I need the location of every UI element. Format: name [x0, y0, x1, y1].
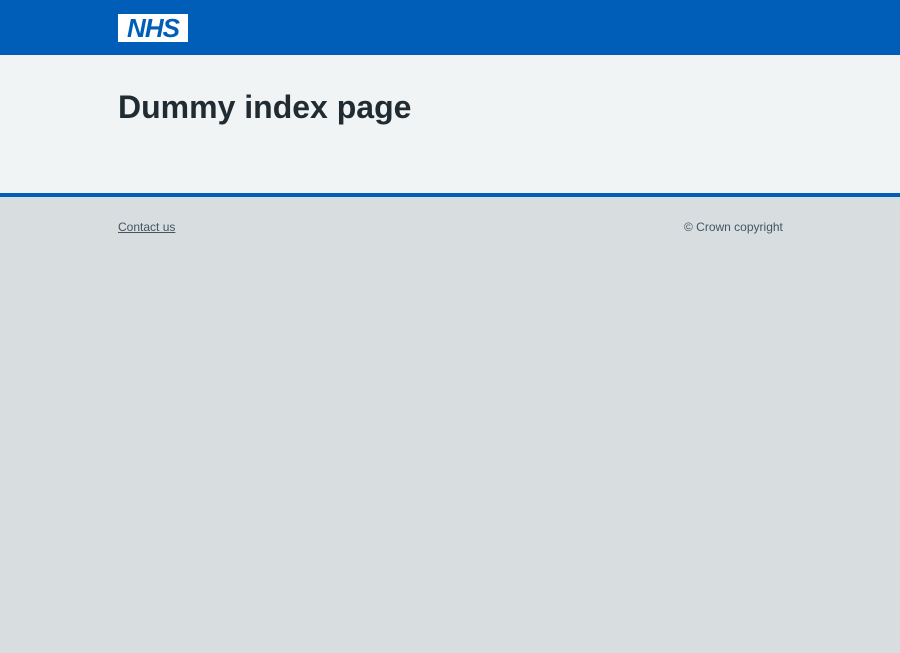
site-footer	[0, 197, 900, 653]
nhs-logo-link[interactable]: NHS	[118, 14, 188, 42]
site-header: NHS	[0, 0, 900, 55]
contact-us-link[interactable]: Contact us	[118, 220, 175, 234]
nhs-logo: NHS	[118, 14, 188, 42]
copyright-text: © Crown copyright	[684, 220, 783, 234]
page-title: Dummy index page	[118, 89, 412, 125]
nhs-logo-text: NHS	[127, 14, 181, 42]
